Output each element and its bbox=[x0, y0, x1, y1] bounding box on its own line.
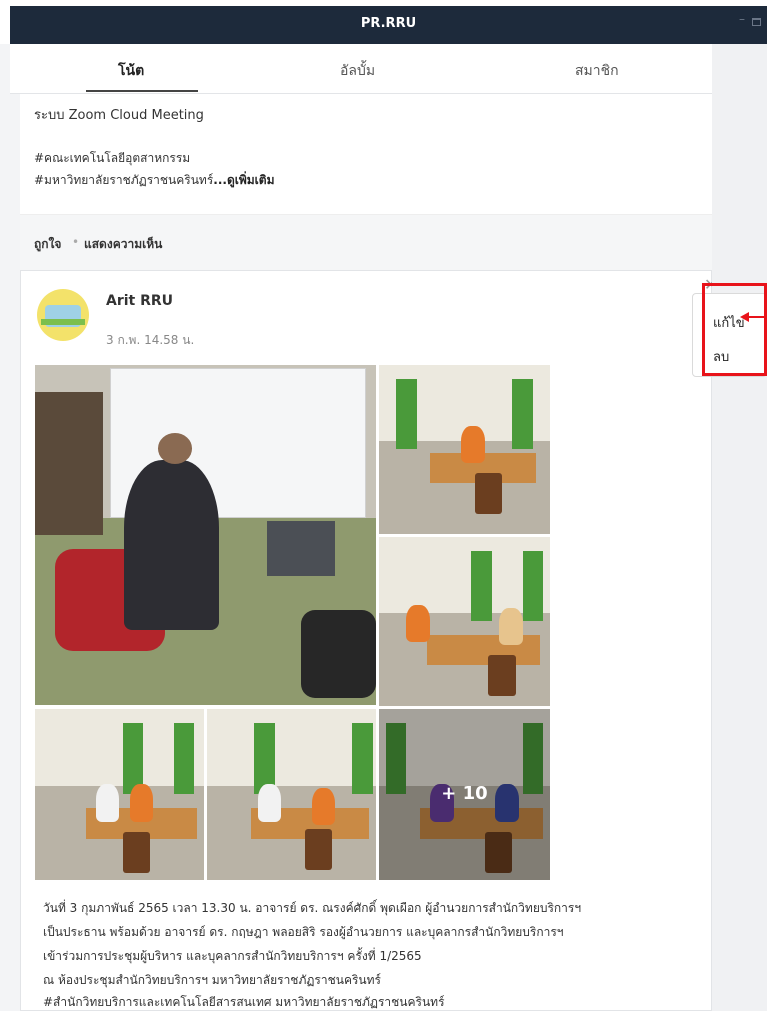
active-tab-indicator bbox=[86, 90, 198, 92]
post-photo-main[interactable] bbox=[35, 365, 376, 705]
annotation-arrow bbox=[748, 316, 767, 318]
post-photo[interactable] bbox=[207, 709, 376, 880]
tab-bar: โน้ต อัลบั้ม สมาชิก bbox=[10, 44, 712, 94]
window-title: PR.RRU bbox=[360, 16, 417, 31]
annotation-arrow-head bbox=[740, 312, 749, 322]
post-author[interactable]: Arit RRU bbox=[106, 293, 173, 309]
tab-members[interactable]: สมาชิก bbox=[575, 60, 619, 82]
hashtag-link[interactable]: #สำนักวิทยบริการและเทคโนโลยีสารสนเทศ มหา… bbox=[43, 993, 445, 1011]
hashtag-link[interactable]: #คณะเทคโนโลยีอุตสาหกรรม bbox=[34, 149, 190, 168]
post-photo[interactable] bbox=[379, 537, 550, 706]
left-gutter bbox=[0, 44, 10, 1011]
right-panel bbox=[712, 44, 767, 1011]
annotation-highlight-box bbox=[702, 283, 767, 376]
post-card: Arit RRU 3 ก.พ. 14.58 น. ✕ + 10 วันที่ 3… bbox=[20, 270, 712, 1011]
post-timestamp: 3 ก.พ. 14.58 น. bbox=[106, 333, 195, 347]
maximize-icon[interactable] bbox=[752, 18, 761, 26]
action-separator: • bbox=[72, 235, 80, 249]
avatar[interactable] bbox=[37, 289, 89, 341]
caption-line: ณ ห้องประชุมสำนักวิทยบริการฯ มหาวิทยาลัย… bbox=[43, 973, 381, 987]
post-photo-more[interactable]: + 10 bbox=[379, 709, 550, 880]
caption-line: เข้าร่วมการประชุมผู้บริหาร และบุคลากรสำน… bbox=[43, 949, 422, 963]
minimize-icon[interactable]: – bbox=[739, 12, 745, 26]
tab-albums[interactable]: อัลบั้ม bbox=[340, 60, 375, 82]
title-bar: PR.RRU – bbox=[10, 6, 767, 44]
post-text-line: ระบบ Zoom Cloud Meeting bbox=[34, 108, 204, 123]
tab-notes[interactable]: โน้ต bbox=[118, 60, 144, 82]
hashtag-link[interactable]: #มหาวิทยาลัยราชภัฏราชนครินทร์...ดูเพิ่มเ… bbox=[34, 171, 274, 190]
app-window: PR.RRU – โน้ต อัลบั้ม สมาชิก ระบบ Zoom C… bbox=[0, 0, 767, 1011]
previous-post: ระบบ Zoom Cloud Meeting #คณะเทคโนโลยีอุต… bbox=[20, 94, 712, 271]
post-actions: ถูกใจ • แสดงความเห็น bbox=[20, 214, 712, 270]
group-content: โน้ต อัลบั้ม สมาชิก ระบบ Zoom Cloud Meet… bbox=[10, 44, 712, 1011]
comment-button[interactable]: แสดงความเห็น bbox=[84, 235, 162, 254]
post-photo[interactable] bbox=[379, 365, 550, 534]
see-more-link[interactable]: ...ดูเพิ่มเติม bbox=[213, 173, 274, 187]
post-photo[interactable] bbox=[35, 709, 204, 880]
like-button[interactable]: ถูกใจ bbox=[34, 235, 61, 254]
caption-line: เป็นประธาน พร้อมด้วย อาจารย์ ดร. กฤษฎา พ… bbox=[43, 925, 564, 939]
more-photos-count: + 10 bbox=[441, 783, 488, 804]
caption-line: วันที่ 3 กุมภาพันธ์ 2565 เวลา 13.30 น. อ… bbox=[43, 901, 582, 915]
